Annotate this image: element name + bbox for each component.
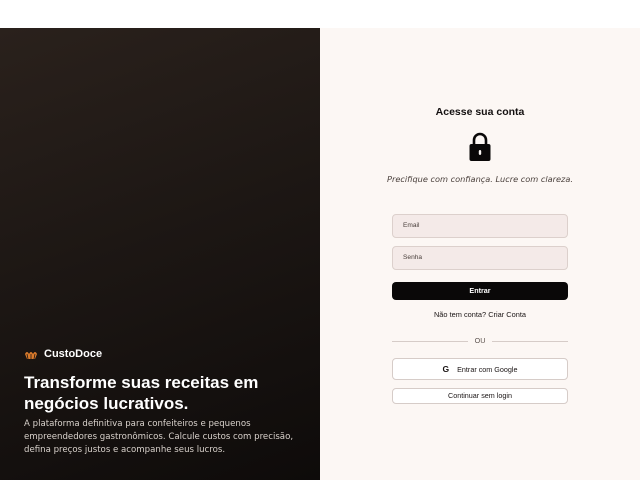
email-placeholder: Email <box>403 222 420 229</box>
google-login-label: Entrar com Google <box>457 364 518 374</box>
hero-headline: Transforme suas receitas em negócios luc… <box>24 373 259 413</box>
brand-name: CustoDoce <box>44 348 103 360</box>
divider-line-right <box>492 341 568 342</box>
cupcake-icon <box>25 352 37 359</box>
signup-text: Não tem conta? <box>433 310 487 319</box>
google-login-button[interactable]: G Entrar com Google <box>392 358 568 380</box>
google-icon: G <box>442 364 450 374</box>
brand: CustoDoce <box>24 348 102 360</box>
create-account-link[interactable]: Criar Conta <box>488 310 526 319</box>
login-panel: Acesse sua conta Precifique com confianç… <box>320 28 640 480</box>
email-field[interactable]: Email <box>392 214 568 238</box>
login-button[interactable]: Entrar <box>392 282 568 300</box>
hero-panel: CustoDoce Transforme suas receitas em ne… <box>0 28 320 480</box>
lock-icon <box>469 132 491 161</box>
password-placeholder: Senha <box>403 254 423 261</box>
or-divider: OU <box>392 336 568 346</box>
guest-button[interactable]: Continuar sem login <box>392 388 568 404</box>
hero-description: A plataforma definitiva para confeiteiro… <box>24 419 294 455</box>
signup-prompt: Não tem conta? Criar Conta <box>392 310 568 319</box>
login-title: Acesse sua conta <box>435 106 525 118</box>
login-tagline: Precifique com confiança. Lucre com clar… <box>387 174 573 184</box>
password-field[interactable]: Senha <box>392 246 568 270</box>
